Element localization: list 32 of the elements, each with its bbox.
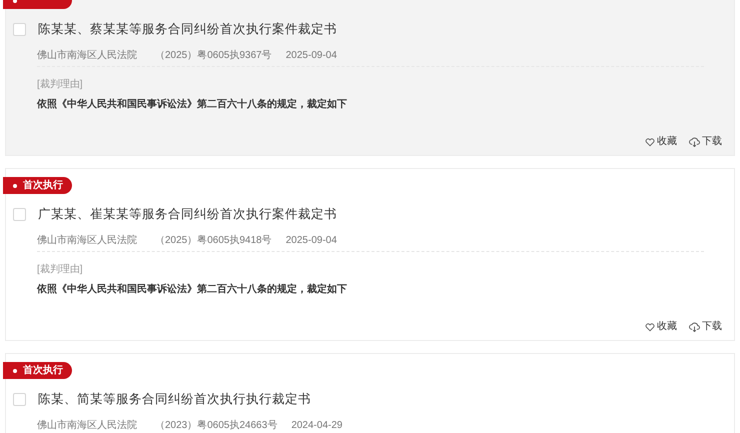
heart-icon <box>645 137 655 147</box>
reason-label: [裁判理由] <box>37 265 84 275</box>
download-icon <box>689 322 700 332</box>
download-icon <box>689 137 700 147</box>
case-title[interactable]: 广某某、崔某某等服务合同纠纷首次执行案件裁定书 <box>38 206 337 222</box>
case-date: 2024-04-29 <box>291 420 342 432</box>
favorite-button[interactable]: 收藏 <box>645 136 677 148</box>
case-card[interactable]: 首次执行 陈某、简某等服务合同纠纷首次执行执行裁定书 佛山市南海区人民法院 （2023）粤0605执24663号 2024-04-29 <box>5 353 735 433</box>
case-number: （2023）粤0605执24663号 <box>155 420 278 432</box>
court-name: 佛山市南海区人民法院 <box>37 420 137 432</box>
case-number: （2025）粤0605执9418号 <box>155 235 272 247</box>
favorite-button[interactable]: 收藏 <box>645 321 677 333</box>
status-tag: 首次执行 <box>3 177 72 194</box>
download-button[interactable]: 下载 <box>689 136 722 148</box>
reason-text: 依照《中华人民共和国民事诉讼法》第二百六十八条的规定，裁定如下 <box>37 285 348 295</box>
reason-text: 依照《中华人民共和国民事诉讼法》第二百六十八条的规定，裁定如下 <box>37 100 348 110</box>
checkbox[interactable] <box>13 22 26 36</box>
heart-icon <box>645 322 655 332</box>
download-button[interactable]: 下载 <box>689 321 722 333</box>
case-card[interactable]: 首次执行 广某某、崔某某等服务合同纠纷首次执行案件裁定书 佛山市南海区人民法院 （2025）粤0605执9418号 2025-09-04 [裁判理由] 依照《中华人民共和国民事诉讼法》第二百六十八条的规定，裁定如下 收藏 下载 <box>5 168 735 341</box>
checkbox[interactable] <box>13 208 26 220</box>
status-tag: 首次执行 <box>3 362 72 379</box>
case-title[interactable]: 陈某某、蔡某某等服务合同纠纷首次执行案件裁定书 <box>38 21 337 37</box>
case-title[interactable]: 陈某、简某等服务合同纠纷首次执行执行裁定书 <box>38 391 311 407</box>
case-date: 2025-09-04 <box>286 50 337 62</box>
checkbox[interactable] <box>13 392 26 406</box>
court-name: 佛山市南海区人民法院 <box>37 50 137 62</box>
reason-label: [裁判理由] <box>37 80 84 90</box>
court-name: 佛山市南海区人民法院 <box>37 235 137 247</box>
case-date: 2025-09-04 <box>286 235 337 247</box>
case-card[interactable]: 陈某某、蔡某某等服务合同纠纷首次执行案件裁定书 佛山市南海区人民法院 （2025）粤0605执9367号 2025-09-04 [裁判理由] 依照《中华人民共和国民事诉讼法》第二百六十八条的规定，裁定如下 收藏 下载 <box>5 0 735 156</box>
case-number: （2025）粤0605执9367号 <box>155 50 272 62</box>
